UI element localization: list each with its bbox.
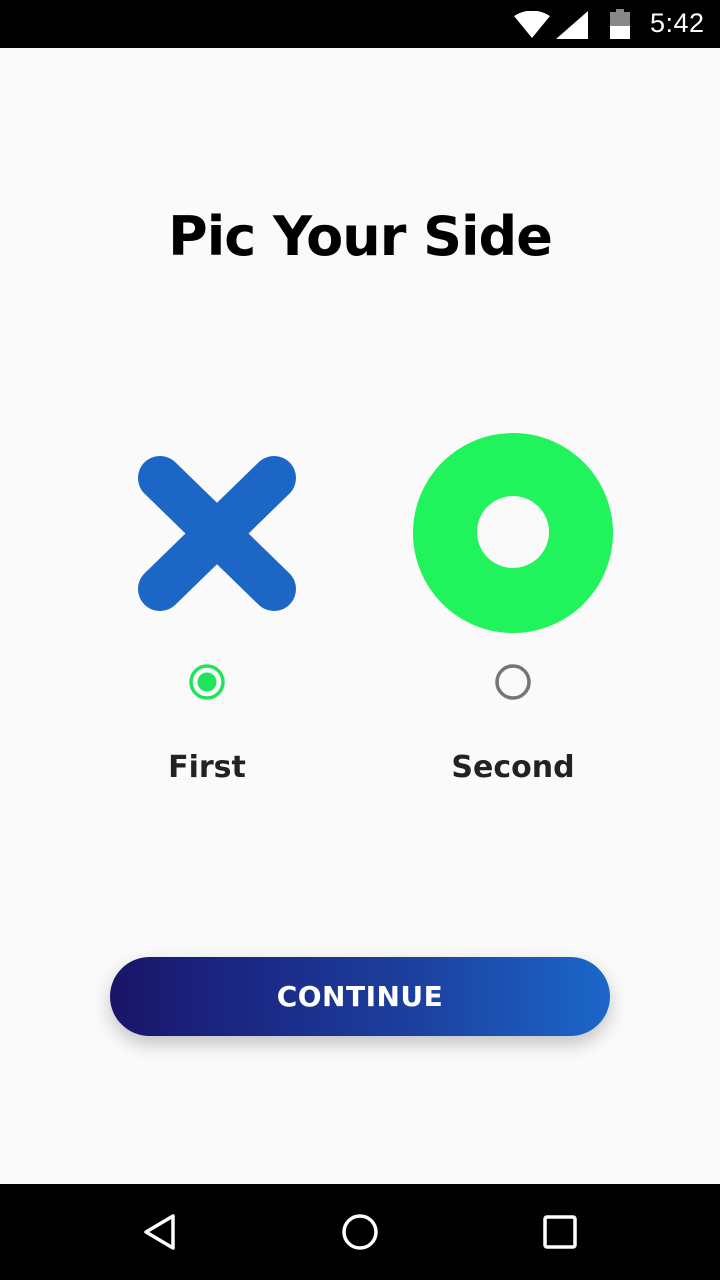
signal-icon [556, 11, 588, 39]
home-icon[interactable] [340, 1212, 380, 1252]
navigation-bar [0, 1184, 720, 1280]
option-label-second: Second [451, 750, 575, 785]
radio-second[interactable] [494, 663, 532, 701]
back-icon[interactable] [140, 1212, 180, 1252]
recents-icon[interactable] [540, 1212, 580, 1252]
option-label-first: First [168, 750, 246, 785]
option-first[interactable]: First [97, 430, 317, 810]
battery-icon [610, 9, 630, 39]
status-time: 5:42 [650, 8, 705, 38]
radio-first[interactable] [188, 663, 226, 701]
app-screen: 5:42 Pic Your Side First Second CONTINUE [0, 0, 720, 1280]
o-ring-icon[interactable] [413, 430, 613, 635]
wifi-icon [514, 11, 550, 38]
continue-button-label: CONTINUE [276, 980, 444, 1013]
status-bar: 5:42 [0, 0, 720, 48]
option-second[interactable]: Second [403, 430, 623, 810]
page-title: Pic Your Side [168, 205, 553, 268]
x-mark-icon[interactable] [107, 430, 307, 635]
continue-button[interactable]: CONTINUE [110, 957, 610, 1036]
